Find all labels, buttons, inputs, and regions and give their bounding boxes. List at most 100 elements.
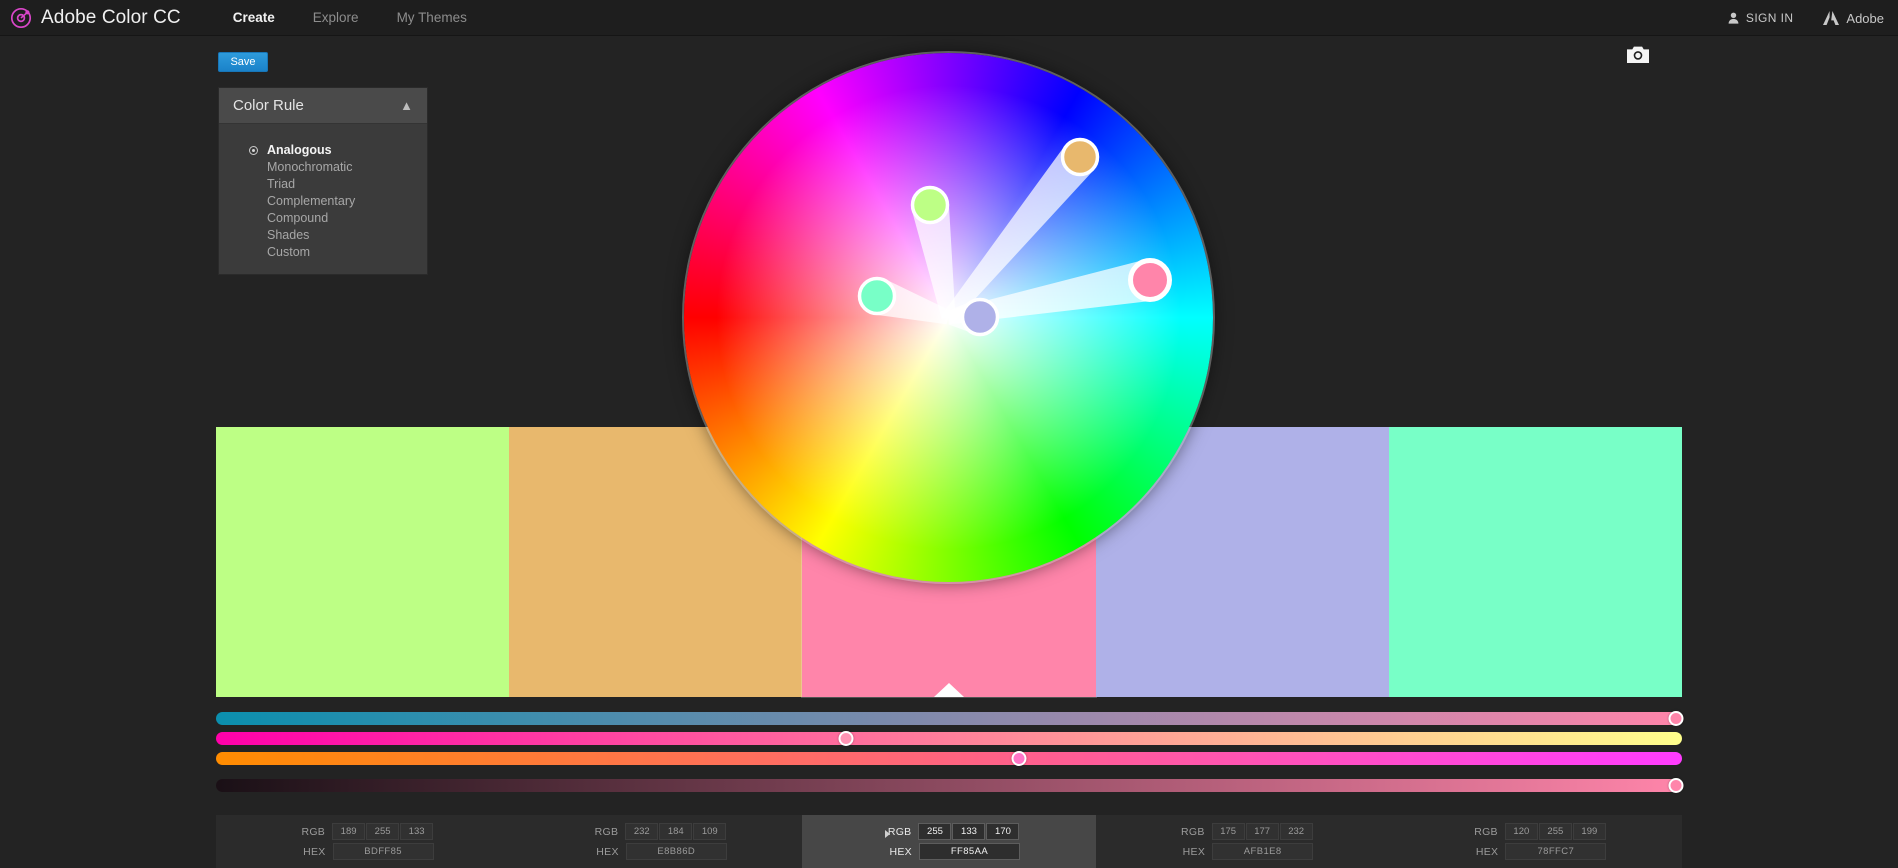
rgb-row: RGB 189 255 133 — [291, 822, 434, 842]
rgb-r-input[interactable]: 175 — [1211, 823, 1245, 840]
color-rule-option-label: Complementary — [267, 194, 356, 208]
rgb-row: RGB 175 177 232 — [1171, 822, 1314, 842]
rgb-g-input[interactable]: 184 — [659, 823, 693, 840]
color-rule-option-custom[interactable]: Custom — [249, 244, 427, 261]
rgb-label: RGB — [1474, 825, 1498, 838]
color-rule-option-label: Monochromatic — [267, 160, 353, 174]
color-rule-option-triad[interactable]: Triad — [249, 176, 427, 193]
adobe-color-logo-icon — [10, 7, 32, 29]
color-rule-option-monochromatic[interactable]: Monochromatic — [249, 159, 427, 176]
radio-icon — [249, 146, 258, 155]
nav-links: Create Explore My Themes — [233, 10, 505, 25]
swatch-3-values: RGB 255 133 170 HEX FF85AA — [802, 815, 1096, 868]
hex-label: HEX — [1182, 845, 1206, 858]
hex-row: HEX FF85AA — [878, 842, 1020, 862]
rgb-b-input[interactable]: 232 — [1279, 823, 1313, 840]
top-right-controls: SIGN IN Adobe — [1728, 0, 1884, 36]
hex-input[interactable]: FF85AA — [918, 843, 1020, 860]
slider-brightness-knob[interactable] — [1011, 751, 1027, 766]
rgb-b-input[interactable]: 109 — [693, 823, 727, 840]
hex-label: HEX — [303, 845, 326, 858]
rgb-label: RGB — [887, 825, 912, 838]
color-rule-option-compound[interactable]: Compound — [249, 210, 427, 227]
color-rule-option-complementary[interactable]: Complementary — [249, 193, 427, 210]
slider-brightness-track[interactable] — [216, 752, 1682, 765]
selected-swatch-indicator — [933, 683, 964, 697]
sign-in-label: SIGN IN — [1745, 11, 1794, 25]
rgb-b-input[interactable]: 170 — [986, 823, 1020, 840]
slider-saturation-knob[interactable] — [838, 731, 854, 746]
nav-link-explore[interactable]: Explore — [313, 10, 359, 25]
adobe-color-app: Adobe Color CC Create Explore My Themes … — [0, 0, 1898, 868]
color-values-bar: RGB 189 255 133 HEX BDFF85 RGB 232 184 109 HEX E8B8… — [216, 815, 1682, 868]
swatch-1-values: RGB 189 255 133 HEX BDFF85 — [216, 815, 509, 868]
rgb-b-input[interactable]: 199 — [1572, 823, 1606, 840]
slider-alpha-knob[interactable] — [1668, 778, 1684, 793]
rgb-g-input[interactable]: 177 — [1245, 823, 1279, 840]
nav-link-my-themes[interactable]: My Themes — [397, 10, 467, 25]
top-navigation-bar: Adobe Color CC Create Explore My Themes … — [0, 0, 1898, 36]
rgb-r-input[interactable]: 255 — [918, 823, 952, 840]
color-rule-list: Analogous Monochromatic Triad Complement… — [219, 124, 427, 261]
marker-3[interactable] — [1128, 258, 1172, 302]
user-icon — [1728, 12, 1739, 24]
slider-alpha-track[interactable] — [216, 779, 1682, 792]
rgb-g-input[interactable]: 133 — [952, 823, 986, 840]
color-wheel-markers[interactable] — [684, 53, 1213, 582]
color-rule-option-label: Shades — [267, 228, 310, 242]
color-wheel[interactable] — [684, 53, 1213, 582]
hex-input[interactable]: AFB1E8 — [1212, 843, 1314, 860]
expand-values-caret-icon[interactable] — [885, 830, 891, 838]
adobe-link[interactable]: Adobe — [1823, 11, 1884, 26]
sign-in-button[interactable]: SIGN IN — [1728, 11, 1793, 25]
camera-icon[interactable] — [1627, 46, 1649, 68]
rgb-label: RGB — [301, 825, 326, 838]
hex-row: HEX BDFF85 — [292, 842, 434, 862]
color-rule-header: Color Rule ▲ — [219, 88, 427, 124]
color-rule-option-label: Custom — [267, 245, 311, 259]
marker-1[interactable] — [910, 185, 950, 225]
hex-row: HEX AFB1E8 — [1171, 842, 1314, 862]
swatch-5-values: RGB 120 255 199 HEX 78FFC7 — [1389, 815, 1682, 868]
slider-saturation-track[interactable] — [216, 732, 1682, 745]
slider-brightness[interactable] — [216, 751, 1682, 766]
slider-hue[interactable] — [216, 711, 1684, 726]
color-rule-option-shades[interactable]: Shades — [249, 227, 427, 244]
chevron-up-icon[interactable]: ▲ — [400, 99, 413, 112]
save-button[interactable]: Save — [218, 52, 268, 72]
color-rule-option-label: Compound — [267, 211, 329, 225]
hex-input[interactable]: E8B86D — [625, 843, 727, 860]
rgb-row: RGB 120 255 199 — [1464, 822, 1607, 842]
rgb-label: RGB — [1181, 825, 1205, 838]
hex-input[interactable]: 78FFC7 — [1505, 843, 1607, 860]
hex-input[interactable]: BDFF85 — [332, 843, 434, 860]
color-rule-panel: Color Rule ▲ Analogous Monochromatic Tri… — [218, 87, 428, 275]
color-rule-option-analogous[interactable]: Analogous — [249, 142, 427, 159]
rgb-r-input[interactable]: 189 — [332, 823, 366, 840]
brand[interactable]: Adobe Color CC — [10, 7, 181, 29]
rgb-g-input[interactable]: 255 — [366, 823, 400, 840]
brand-name: Adobe Color CC — [41, 6, 181, 28]
hex-row: HEX 78FFC7 — [1464, 842, 1607, 862]
swatch-2-values: RGB 232 184 109 HEX E8B86D — [509, 815, 802, 868]
marker-2[interactable] — [1060, 137, 1100, 177]
rgb-b-input[interactable]: 133 — [400, 823, 434, 840]
slider-alpha[interactable] — [216, 778, 1684, 793]
hex-row: HEX E8B86D — [585, 842, 727, 862]
swatch-5[interactable] — [1388, 427, 1682, 697]
rgb-row: RGB 255 133 170 — [877, 822, 1020, 842]
nav-link-create[interactable]: Create — [233, 10, 275, 25]
color-rule-option-label: Analogous — [267, 143, 332, 157]
rgb-g-input[interactable]: 255 — [1538, 823, 1572, 840]
slider-saturation[interactable] — [216, 731, 1682, 746]
rgb-r-input[interactable]: 232 — [625, 823, 659, 840]
color-rule-option-label: Triad — [267, 177, 296, 191]
rgb-r-input[interactable]: 120 — [1504, 823, 1538, 840]
color-rule-title: Color Rule — [233, 97, 304, 114]
adobe-logo-icon — [1823, 11, 1840, 25]
marker-4[interactable] — [960, 297, 1000, 337]
marker-5[interactable] — [857, 276, 897, 316]
swatch-1[interactable] — [216, 427, 510, 697]
slider-hue-knob[interactable] — [1668, 711, 1684, 726]
slider-hue-track[interactable] — [216, 712, 1682, 725]
